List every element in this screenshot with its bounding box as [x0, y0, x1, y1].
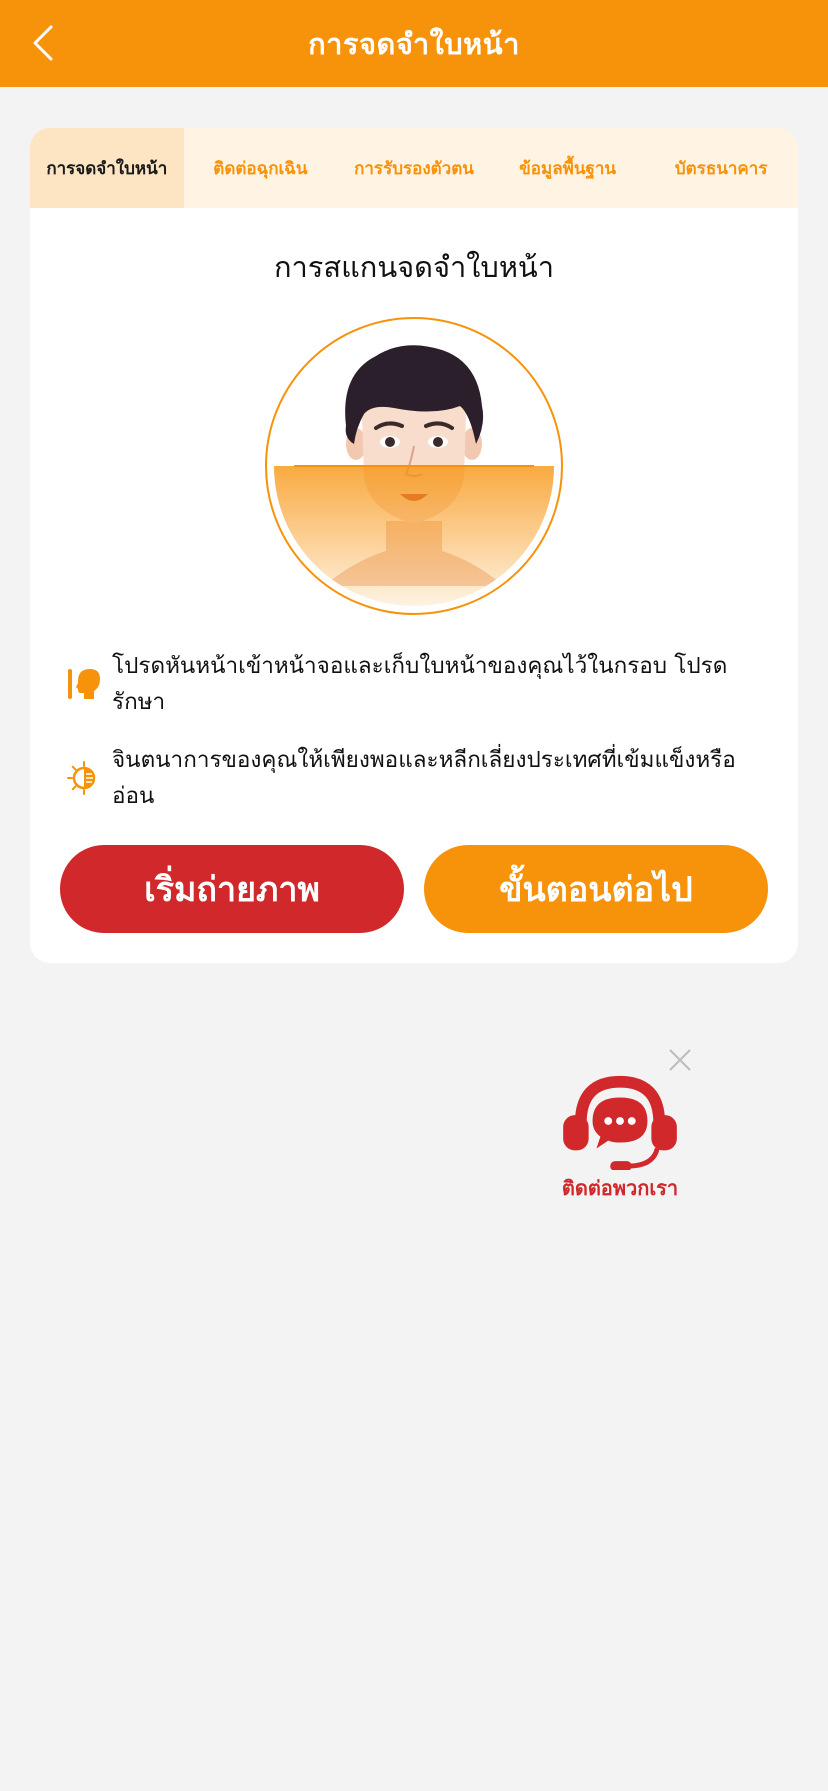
- step-tabs: การจดจำใบหน้า ติดต่อฉุกเฉิน การรับรองตัว…: [30, 128, 798, 208]
- back-button[interactable]: [18, 18, 68, 68]
- scan-title: การสแกนจดจำใบหน้า: [273, 250, 555, 284]
- customer-service-headset-icon: [563, 1075, 677, 1170]
- tip-face-screen: โปรดหันหน้าเข้าหน้าจอและเก็บใบหน้าของคุณ…: [64, 648, 764, 720]
- tab-bank-card[interactable]: บัตรธนาคาร: [644, 128, 798, 208]
- tip-lighting: จินตนาการของคุณให้เพียงพอและหลีกเลี่ยงปร…: [64, 742, 764, 814]
- face-profile-icon: [64, 664, 104, 704]
- chevron-left-icon: [33, 25, 53, 61]
- tab-identity-verification[interactable]: การรับรองตัวตน: [337, 128, 491, 208]
- tab-emergency-contact[interactable]: ติดต่อฉุกเฉิน: [184, 128, 338, 208]
- page-title: การจดจำใบหน้า: [308, 26, 520, 61]
- contact-us-label: ติดต่อพวกเรา: [561, 1176, 679, 1200]
- contact-us-widget[interactable]: ติดต่อพวกเรา: [548, 1072, 692, 1204]
- tab-face-recognition[interactable]: การจดจำใบหน้า: [30, 128, 184, 208]
- face-scan-illustration: [264, 316, 564, 616]
- tip-text: จินตนาการของคุณให้เพียงพอและหลีกเลี่ยงปร…: [112, 747, 736, 809]
- brightness-icon: [64, 758, 104, 798]
- tip-text: โปรดหันหน้าเข้าหน้าจอและเก็บใบหน้าของคุณ…: [112, 653, 728, 715]
- next-step-button[interactable]: ขั้นตอนต่อไป: [424, 845, 768, 933]
- face-recognition-card: การจดจำใบหน้า ติดต่อฉุกเฉิน การรับรองตัว…: [30, 128, 798, 963]
- start-photo-button[interactable]: เริ่มถ่ายภาพ: [60, 845, 404, 933]
- app-header: การจดจำใบหน้า: [0, 0, 828, 87]
- tab-basic-info[interactable]: ข้อมูลพื้นฐาน: [491, 128, 645, 208]
